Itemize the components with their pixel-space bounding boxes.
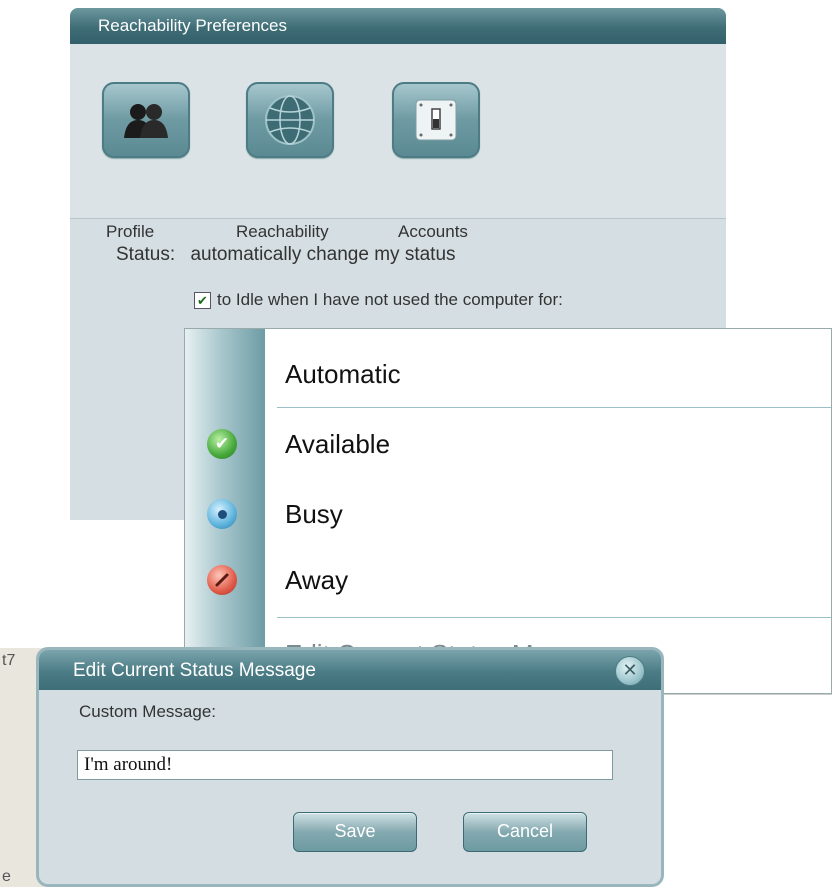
busy-dot-icon [207, 499, 237, 529]
status-menu: Automatic ✔ Available Busy Away Edit Cur… [184, 328, 832, 694]
prefs-toolbar: Profile Reachability Accounts [70, 44, 726, 241]
custom-message-label: Custom Message: [79, 702, 216, 721]
edit-status-dialog: Edit Current Status Message ✕ Custom Mes… [36, 647, 664, 887]
dialog-titlebar: Edit Current Status Message ✕ [39, 650, 661, 690]
close-icon[interactable]: ✕ [615, 656, 645, 686]
background-window-title: t7 [2, 652, 16, 669]
idle-option: ✔ to Idle when I have not used the compu… [194, 290, 563, 310]
idle-checkbox[interactable]: ✔ [194, 291, 211, 309]
menu-item-busy[interactable]: Busy [285, 499, 343, 530]
prefs-title: Reachability Preferences [70, 8, 726, 44]
away-slash-icon [207, 565, 237, 595]
menu-item-automatic[interactable]: Automatic [285, 359, 401, 390]
available-check-icon: ✔ [207, 429, 237, 459]
toolbar-label-profile: Profile [106, 222, 155, 241]
dialog-title: Edit Current Status Message [73, 660, 316, 681]
background-window-text: e [2, 868, 11, 885]
menu-separator [277, 617, 831, 618]
status-label: Status: [116, 244, 176, 265]
idle-label: to Idle when I have not used the compute… [217, 290, 563, 309]
status-description: automatically change my status [190, 244, 456, 265]
save-button[interactable]: Save [293, 812, 417, 852]
toggle-switch-icon [392, 82, 480, 158]
menu-separator [277, 407, 831, 408]
menu-item-available[interactable]: Available [285, 429, 390, 460]
custom-message-input[interactable] [77, 750, 613, 780]
toolbar-label-reachability: Reachability [236, 222, 329, 241]
status-row: Status: automatically change my status [116, 244, 456, 266]
menu-item-away[interactable]: Away [285, 565, 348, 596]
toolbar-label-accounts: Accounts [398, 222, 468, 241]
cancel-button[interactable]: Cancel [463, 812, 587, 852]
profile-icon [102, 82, 190, 158]
checkmark-icon: ✔ [197, 292, 208, 308]
globe-icon [246, 82, 334, 158]
